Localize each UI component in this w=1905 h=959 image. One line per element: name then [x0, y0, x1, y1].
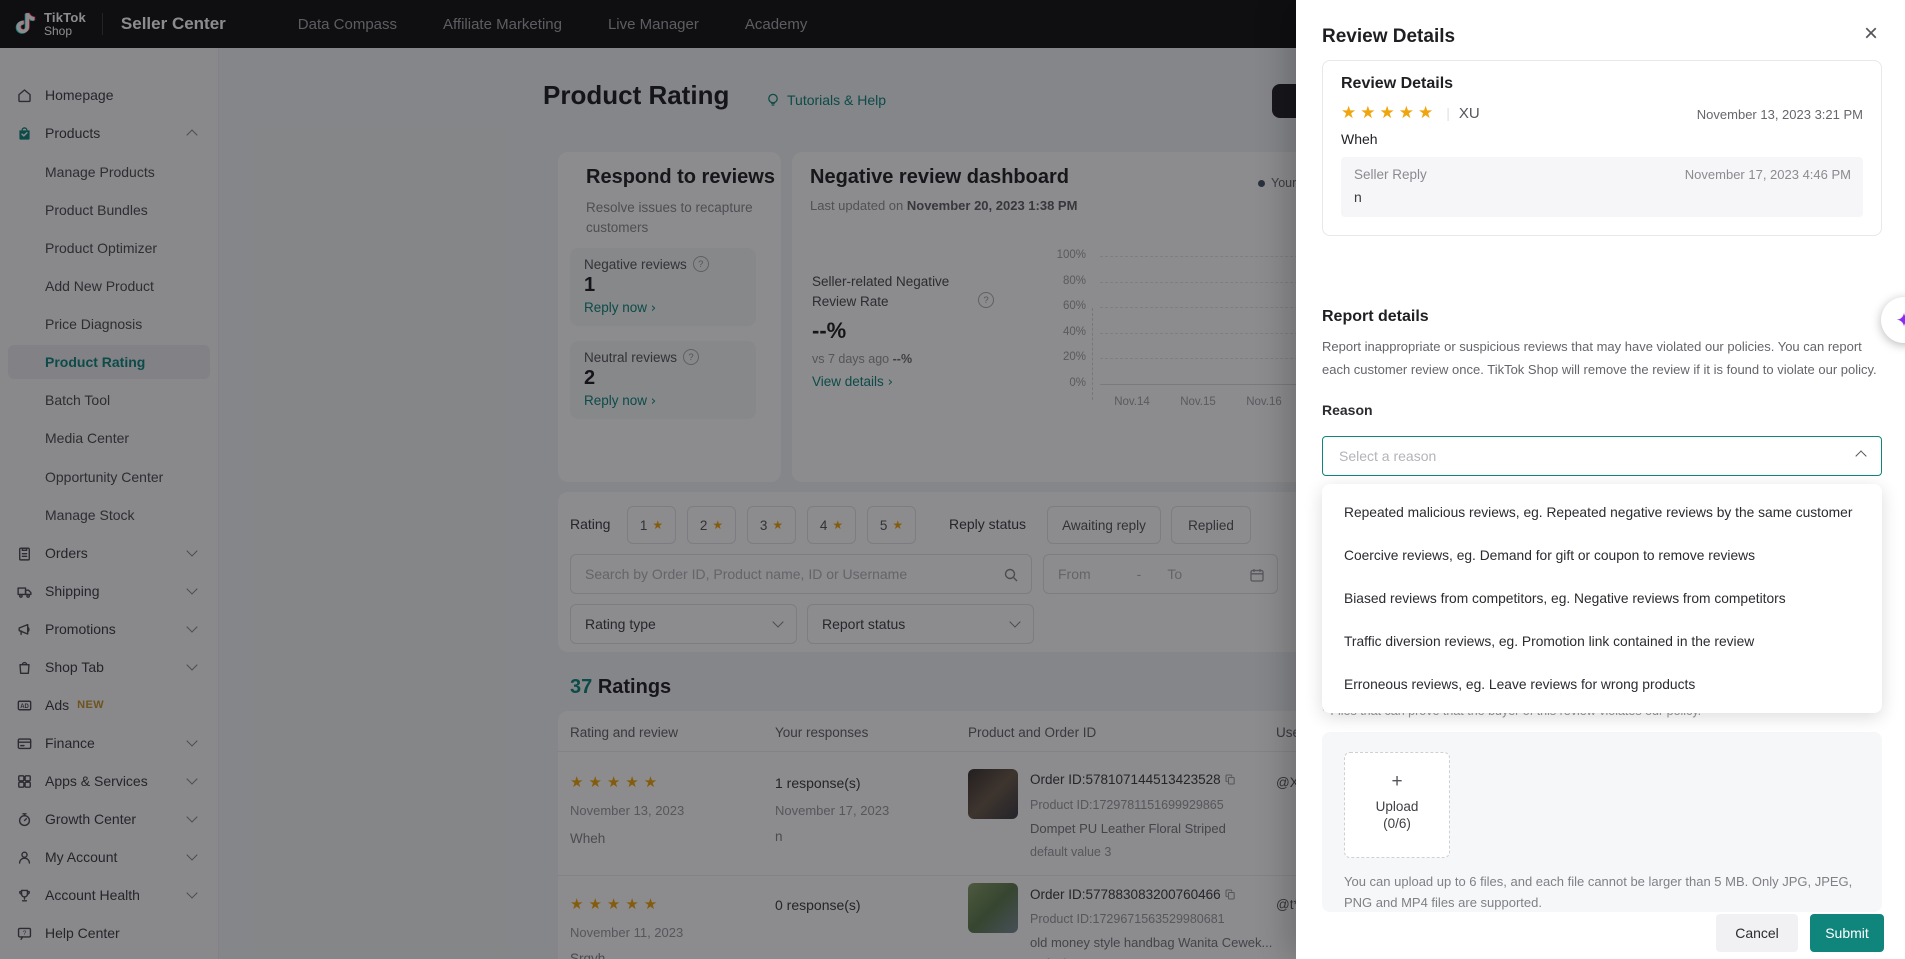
report-details-title: Report details	[1322, 308, 1429, 325]
sparkle-icon: ✦	[1895, 308, 1905, 332]
drawer-title: Review Details	[1322, 26, 1456, 47]
cancel-button[interactable]: Cancel	[1716, 914, 1798, 952]
review-text: Wheh	[1341, 131, 1378, 147]
reason-option-1[interactable]: Repeated malicious reviews, eg. Repeated…	[1322, 491, 1882, 534]
divider-pipe: |	[1446, 105, 1450, 121]
seller-reply-box: Seller Reply November 17, 2023 4:46 PM n	[1341, 157, 1863, 217]
chevron-up-icon	[1855, 450, 1867, 462]
review-stars: ★★★★★	[1341, 103, 1438, 123]
app-root: TikTok Shop Seller Center Data Compass A…	[0, 0, 1905, 959]
reviewer-name: XU	[1458, 104, 1480, 122]
review-summary-card: Review Details ★★★★★ | XU November 13, 2…	[1322, 60, 1882, 236]
review-details-drawer: Review Details × Review Details ★★★★★ | …	[1296, 0, 1905, 959]
seller-reply-text: n	[1354, 189, 1362, 205]
upload-label: Upload	[1375, 799, 1419, 814]
reason-option-2[interactable]: Coercive reviews, eg. Demand for gift or…	[1322, 534, 1882, 577]
reason-option-4[interactable]: Traffic diversion reviews, eg. Promotion…	[1322, 620, 1882, 663]
plus-icon: +	[1391, 771, 1403, 792]
seller-reply-label: Seller Reply	[1354, 167, 1427, 182]
report-details-description: Report inappropriate or suspicious revie…	[1322, 339, 1877, 377]
review-date: November 13, 2023 3:21 PM	[1696, 107, 1863, 122]
reason-placeholder: Select a reason	[1339, 448, 1437, 464]
reason-option-5[interactable]: Erroneous reviews, eg. Leave reviews for…	[1322, 663, 1882, 706]
reason-select[interactable]: Select a reason	[1322, 436, 1882, 476]
seller-reply-date: November 17, 2023 4:46 PM	[1684, 167, 1851, 182]
upload-count: (0/6)	[1383, 816, 1411, 831]
close-icon[interactable]: ×	[1864, 22, 1878, 46]
upload-button[interactable]: + Upload (0/6)	[1344, 752, 1450, 858]
submit-button[interactable]: Submit	[1810, 914, 1884, 952]
upload-note: You can upload up to 6 files, and each f…	[1344, 874, 1853, 910]
review-card-title: Review Details	[1341, 75, 1454, 92]
upload-panel: + Upload (0/6) You can upload up to 6 fi…	[1322, 732, 1882, 912]
reason-dropdown: Repeated malicious reviews, eg. Repeated…	[1322, 484, 1882, 713]
reason-option-3[interactable]: Biased reviews from competitors, eg. Neg…	[1322, 577, 1882, 620]
reason-label: Reason	[1322, 402, 1373, 418]
